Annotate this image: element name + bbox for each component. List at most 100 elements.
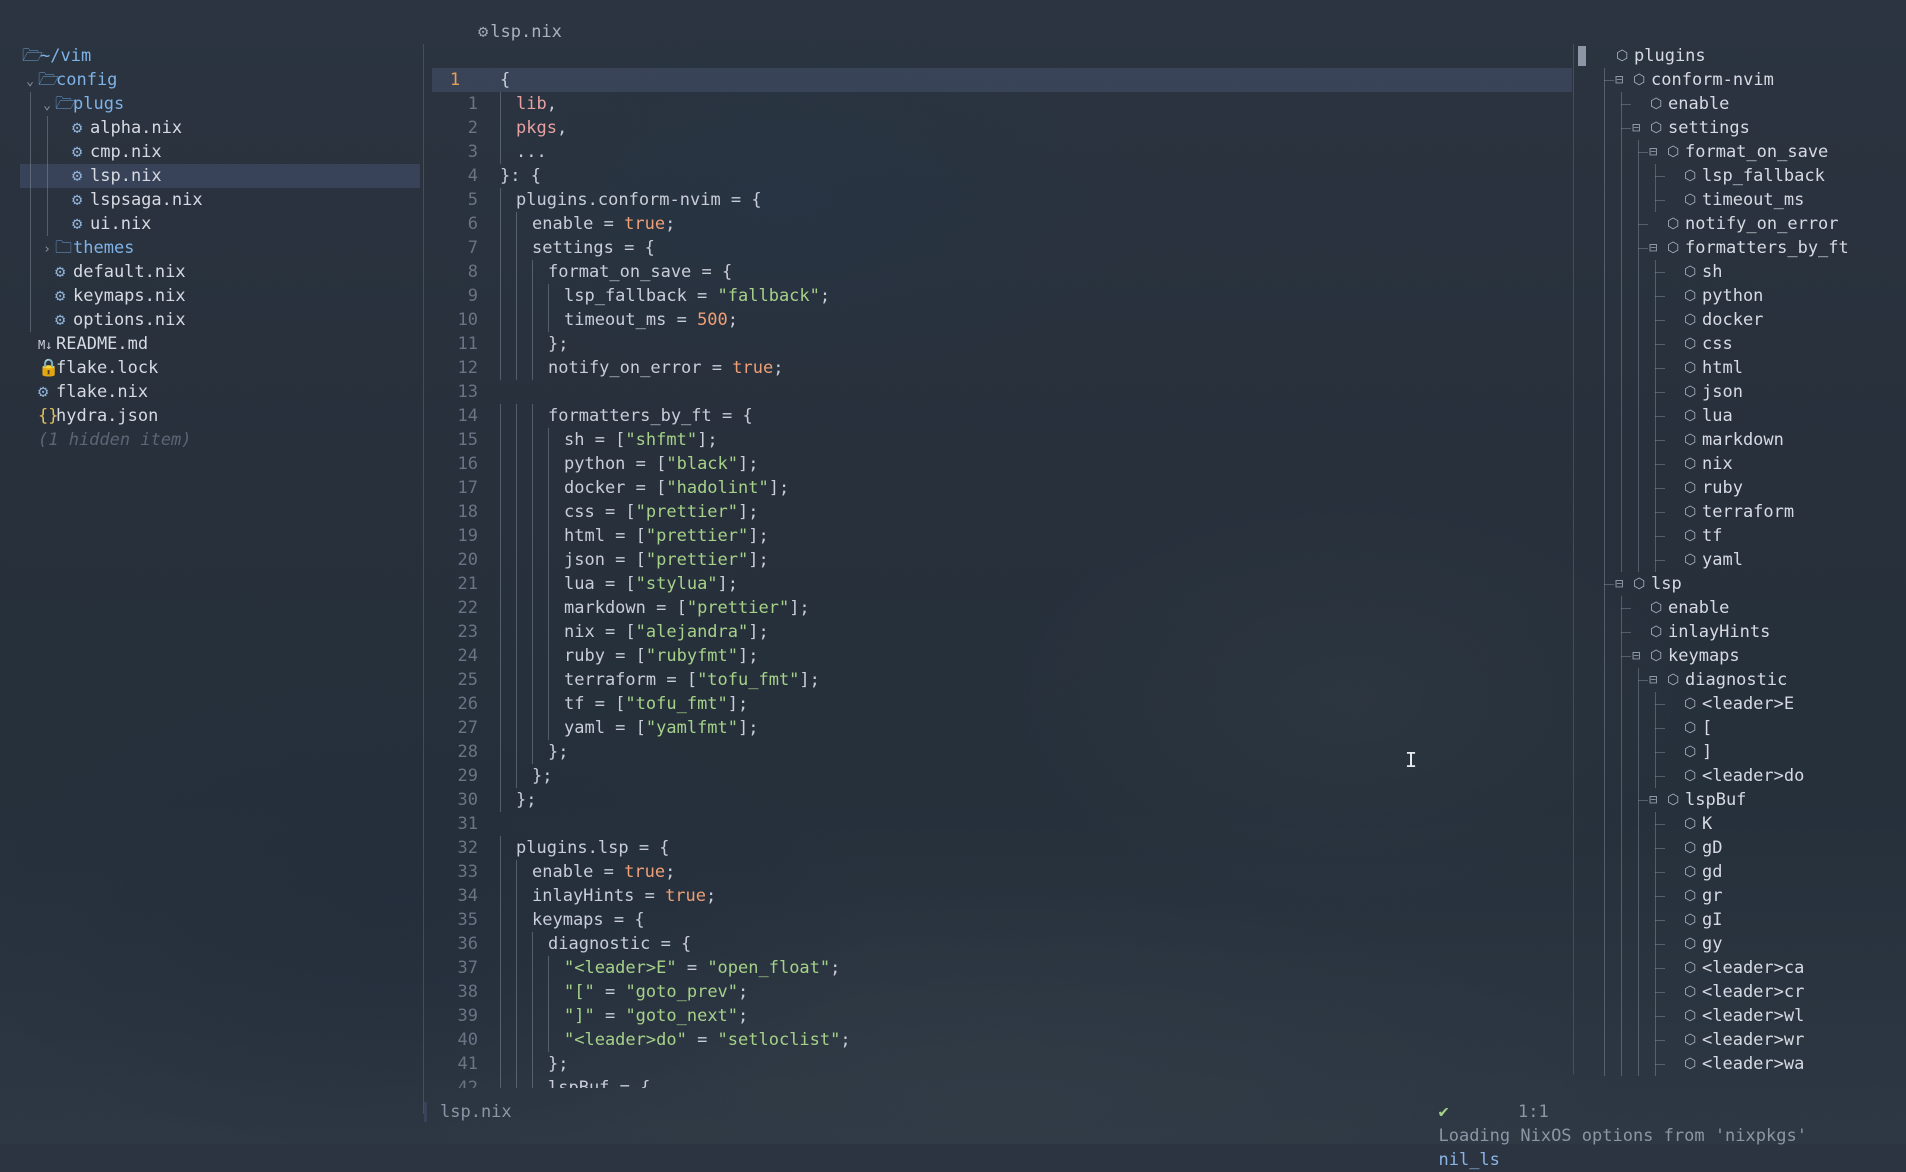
code-line[interactable]: 28};: [432, 740, 1572, 764]
tree-item[interactable]: › 🗀themes: [20, 236, 420, 260]
outline-item[interactable]: ⊟ ⬡ settings: [1596, 116, 1902, 140]
outline-item[interactable]: ⊟ ⬡ lsp: [1596, 572, 1902, 596]
outline-item[interactable]: ⬡ nix: [1596, 452, 1902, 476]
outline-item[interactable]: ⬡ terraform: [1596, 500, 1902, 524]
outline-item[interactable]: ⬡ <leader>wl: [1596, 1004, 1902, 1028]
code-line[interactable]: 23 nix = ["alejandra"];: [432, 620, 1572, 644]
outline-item[interactable]: ⬡ <leader>wr: [1596, 1028, 1902, 1052]
outline-item[interactable]: ⬡ css: [1596, 332, 1902, 356]
tree-item[interactable]: ⚙ cmp.nix: [20, 140, 420, 164]
outline-item[interactable]: ⬡ gD: [1596, 836, 1902, 860]
code-line[interactable]: 21 lua = ["stylua"];: [432, 572, 1572, 596]
tree-item[interactable]: ⚙ keymaps.nix: [20, 284, 420, 308]
outline-item[interactable]: ⬡ <leader>do: [1596, 764, 1902, 788]
code-line[interactable]: 26 tf = ["tofu_fmt"];: [432, 692, 1572, 716]
tree-item[interactable]: ⚙ flake.nix: [20, 380, 420, 404]
outline-item[interactable]: ⊟ ⬡ lspBuf: [1596, 788, 1902, 812]
code-editor[interactable]: 1{1 lib, 2 pkgs, 3... 4}: {5 plugins.conform-n…: [432, 68, 1572, 1088]
code-line[interactable]: 36 diagnostic = {: [432, 932, 1572, 956]
outline-item[interactable]: ⬡ python: [1596, 284, 1902, 308]
code-line[interactable]: 10 timeout_ms = 500;: [432, 308, 1572, 332]
outline-item[interactable]: ⊟ ⬡ keymaps: [1596, 644, 1902, 668]
outline-item[interactable]: ⬡ lua: [1596, 404, 1902, 428]
code-line[interactable]: 40 "<leader>do" = "setloclist";: [432, 1028, 1572, 1052]
code-line[interactable]: 37 "<leader>E" = "open_float";: [432, 956, 1572, 980]
code-line[interactable]: 33 enable = true;: [432, 860, 1572, 884]
code-line[interactable]: 5 plugins.conform-nvim = {: [432, 188, 1572, 212]
code-line[interactable]: 39 "]" = "goto_next";: [432, 1004, 1572, 1028]
collapse-toggle-icon[interactable]: ⊟: [1649, 788, 1657, 812]
chevron-down-icon[interactable]: ⌄: [22, 70, 38, 94]
outline-item[interactable]: ⬡ yaml: [1596, 548, 1902, 572]
code-line[interactable]: 20 json = ["prettier"];: [432, 548, 1572, 572]
tree-item[interactable]: ⚙ default.nix: [20, 260, 420, 284]
code-line[interactable]: 29};: [432, 764, 1572, 788]
code-line[interactable]: 7 settings = {: [432, 236, 1572, 260]
outline-item[interactable]: ⬡ inlayHints: [1596, 620, 1902, 644]
code-line[interactable]: 24 ruby = ["rubyfmt"];: [432, 644, 1572, 668]
outline-item[interactable]: ⬡ plugins: [1596, 44, 1902, 68]
code-line[interactable]: 14 formatters_by_ft = {: [432, 404, 1572, 428]
code-line[interactable]: 1{: [432, 68, 1572, 92]
outline-item[interactable]: ⬡[: [1596, 716, 1902, 740]
outline-item[interactable]: ⬡ <leader>wa: [1596, 1052, 1902, 1076]
outline-item[interactable]: ⬡ enable: [1596, 596, 1902, 620]
code-line[interactable]: 12 notify_on_error = true;: [432, 356, 1572, 380]
outline-item[interactable]: ⬡ gy: [1596, 932, 1902, 956]
code-line[interactable]: 41};: [432, 1052, 1572, 1076]
collapse-toggle-icon[interactable]: ⊟: [1615, 68, 1623, 92]
code-line[interactable]: 6 enable = true;: [432, 212, 1572, 236]
collapse-toggle-icon[interactable]: ⊟: [1632, 644, 1640, 668]
code-line[interactable]: 30};: [432, 788, 1572, 812]
code-line[interactable]: 25 terraform = ["tofu_fmt"];: [432, 668, 1572, 692]
code-line[interactable]: 15 sh = ["shfmt"];: [432, 428, 1572, 452]
code-line[interactable]: 22 markdown = ["prettier"];: [432, 596, 1572, 620]
tree-item[interactable]: 🔒flake.lock: [20, 356, 420, 380]
code-line[interactable]: 13: [432, 380, 1572, 404]
outline-item[interactable]: ⊟ ⬡ formatters_by_ft: [1596, 236, 1902, 260]
outline-item[interactable]: ⊟ ⬡ conform-nvim: [1596, 68, 1902, 92]
outline-item[interactable]: ⬡ timeout_ms: [1596, 188, 1902, 212]
code-line[interactable]: 16 python = ["black"];: [432, 452, 1572, 476]
tree-item[interactable]: ⚙ lsp.nix: [20, 164, 420, 188]
code-line[interactable]: 3...: [432, 140, 1572, 164]
collapse-toggle-icon[interactable]: ⊟: [1615, 572, 1623, 596]
code-line[interactable]: 4}: {: [432, 164, 1572, 188]
code-line[interactable]: 35 keymaps = {: [432, 908, 1572, 932]
collapse-toggle-icon[interactable]: ⊟: [1649, 140, 1657, 164]
chevron-right-icon[interactable]: ›: [39, 238, 55, 262]
outline-item[interactable]: ⬡ markdown: [1596, 428, 1902, 452]
outline-item[interactable]: ⬡ gI: [1596, 908, 1902, 932]
code-line[interactable]: 34 inlayHints = true;: [432, 884, 1572, 908]
tree-item[interactable]: ⌄ 🗁config: [20, 68, 420, 92]
outline-split[interactable]: [1573, 44, 1574, 1074]
code-line[interactable]: 31: [432, 812, 1572, 836]
code-line[interactable]: 18 css = ["prettier"];: [432, 500, 1572, 524]
outline-item[interactable]: ⬡ K: [1596, 812, 1902, 836]
collapse-toggle-icon[interactable]: ⊟: [1632, 116, 1640, 140]
tree-item[interactable]: ⌄ 🗁plugs: [20, 92, 420, 116]
code-line[interactable]: 38 "[" = "goto_prev";: [432, 980, 1572, 1004]
code-line[interactable]: 9 lsp_fallback = "fallback";: [432, 284, 1572, 308]
tree-item[interactable]: ⚙ alpha.nix: [20, 116, 420, 140]
outline-item[interactable]: ⬡ lsp_fallback: [1596, 164, 1902, 188]
outline-item[interactable]: ⬡ sh: [1596, 260, 1902, 284]
explorer-split[interactable]: [423, 44, 424, 1114]
tree-item[interactable]: ⚙ options.nix: [20, 308, 420, 332]
collapse-toggle-icon[interactable]: ⊟: [1649, 668, 1657, 692]
code-line[interactable]: 32 plugins.lsp = {: [432, 836, 1572, 860]
tree-item[interactable]: ⚙ ui.nix: [20, 212, 420, 236]
outline-item[interactable]: ⊟ ⬡ diagnostic: [1596, 668, 1902, 692]
chevron-down-icon[interactable]: ⌄: [39, 94, 55, 118]
outline-item[interactable]: ⊟ ⬡ format_on_save: [1596, 140, 1902, 164]
outline-scrollbar[interactable]: [1578, 46, 1586, 66]
outline-item[interactable]: ⬡ docker: [1596, 308, 1902, 332]
code-line[interactable]: 19 html = ["prettier"];: [432, 524, 1572, 548]
outline-item[interactable]: ⬡ notify_on_error: [1596, 212, 1902, 236]
code-line[interactable]: 27 yaml = ["yamlfmt"];: [432, 716, 1572, 740]
code-line[interactable]: 42 lspBuf = {: [432, 1076, 1572, 1088]
outline-item[interactable]: ⬡ <leader>ca: [1596, 956, 1902, 980]
outline-item[interactable]: ⬡ tf: [1596, 524, 1902, 548]
outline-item[interactable]: ⬡ gd: [1596, 860, 1902, 884]
outline-item[interactable]: ⬡ <leader>E: [1596, 692, 1902, 716]
